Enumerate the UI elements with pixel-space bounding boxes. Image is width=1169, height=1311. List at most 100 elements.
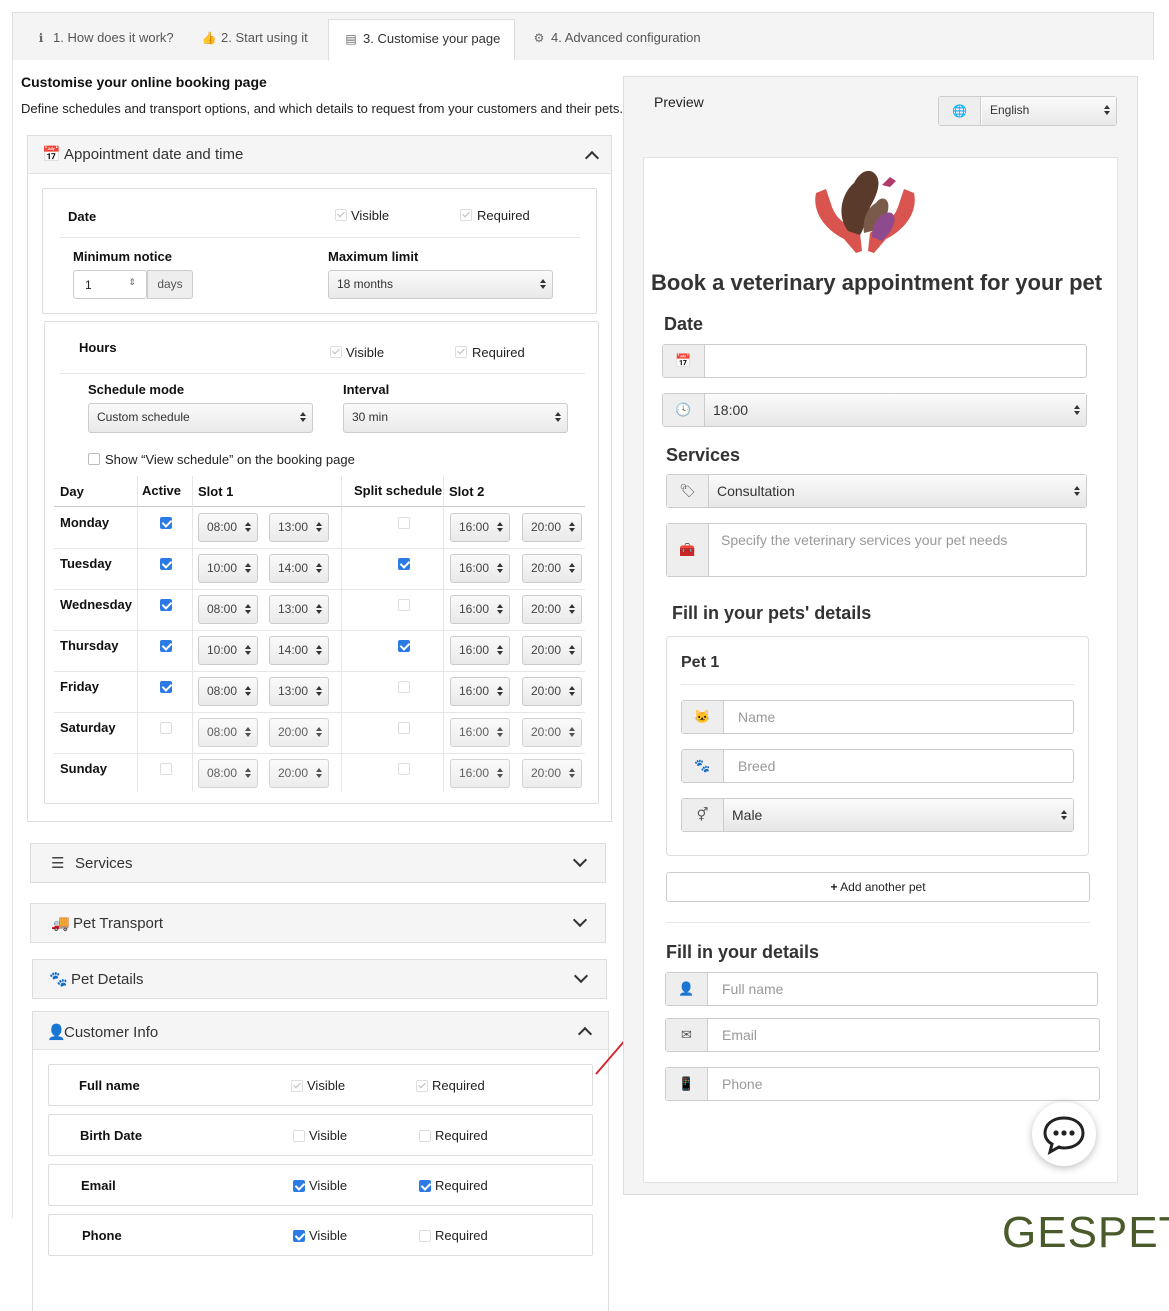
language-selector[interactable]: 🌐 English [938,96,1117,126]
schedule-mode-select[interactable]: Custom schedule [88,403,313,433]
visible-checkbox[interactable] [293,1130,305,1142]
active-checkbox[interactable] [160,763,172,775]
date-visible-checkbox[interactable] [335,209,347,221]
time-select[interactable]: 16:00 [450,718,510,747]
hours-required-checkbox[interactable] [455,346,467,358]
customer-info-panel-header[interactable]: 👤 Customer Info [33,1012,608,1050]
split-schedule-checkbox[interactable] [398,640,410,652]
tab-customise-page[interactable]: ▤ 3. Customise your page [328,19,516,61]
date-required-checkbox[interactable] [460,209,472,221]
active-checkbox[interactable] [160,681,172,693]
pet-transport-panel[interactable]: 🚚 Pet Transport [30,903,606,943]
time-select[interactable]: 13:00 [269,513,329,542]
time-value: 20:00 [531,643,562,657]
time-select[interactable]: 16:00 [450,636,510,665]
time-select[interactable]: 20:00 [522,595,582,624]
time-select[interactable]: 16:00 [450,759,510,788]
split-schedule-checkbox[interactable] [398,763,410,775]
time-value: 16:00 [459,520,490,534]
time-select[interactable]: 08:00 [198,718,258,747]
chevron-up-icon[interactable] [584,150,600,166]
visible-checkbox[interactable] [293,1180,305,1192]
pet-details-panel[interactable]: 🐾 Pet Details [32,959,607,999]
service-select[interactable]: 🏷 Consultation [666,474,1087,508]
services-textarea[interactable]: 🧰 Specify the veterinary services your p… [666,523,1087,577]
add-pet-button[interactable]: + Add another pet [666,872,1090,902]
email-input[interactable]: ✉ Email [665,1018,1100,1052]
time-select[interactable]: 08:00 [198,759,258,788]
active-checkbox[interactable] [160,722,172,734]
interval-select[interactable]: 30 min [343,403,568,433]
min-notice-input[interactable]: 1 ⇕ [73,270,147,299]
divider [60,373,585,374]
time-select[interactable]: 08:00 [198,677,258,706]
time-select[interactable]: 10:00 [198,636,258,665]
time-select[interactable]: 20:00 [522,554,582,583]
time-select[interactable]: 20:00 [522,759,582,788]
max-limit-select[interactable]: 18 months [328,270,553,299]
spinner-icon[interactable]: ⇕ [128,277,136,288]
active-checkbox[interactable] [160,599,172,611]
date-input[interactable]: 📅 [662,344,1087,378]
visible-checkbox[interactable] [293,1230,305,1242]
split-schedule-checkbox[interactable] [398,517,410,529]
time-select[interactable]: 10:00 [198,554,258,583]
select-arrows-icon [497,645,503,655]
fullname-placeholder: Full name [722,981,784,997]
pet-name-input[interactable]: 🐱 Name [681,700,1074,734]
active-checkbox[interactable] [160,640,172,652]
required-checkbox[interactable] [419,1230,431,1242]
active-checkbox[interactable] [160,517,172,529]
time-value: 20:00 [278,725,309,739]
select-arrows-icon [497,563,503,573]
required-checkbox[interactable] [419,1130,431,1142]
chat-button[interactable] [1032,1102,1096,1166]
time-select[interactable]: 16:00 [450,595,510,624]
time-select[interactable]: 08:00 [198,513,258,542]
hours-visible-checkbox[interactable] [330,346,342,358]
time-select[interactable]: 16:00 [450,513,510,542]
tab-start-using[interactable]: 👍 2. Start using it [187,19,322,61]
calendar-icon: 📅 [663,345,705,377]
split-schedule-checkbox[interactable] [398,722,410,734]
select-arrows-icon [569,686,575,696]
time-select[interactable]: 16:00 [450,554,510,583]
phone-input[interactable]: 📱 Phone [665,1067,1100,1101]
time-select[interactable]: 20:00 [269,718,329,747]
visible-checkbox[interactable] [291,1080,303,1092]
chevron-down-icon[interactable] [572,912,588,928]
required-checkbox[interactable] [416,1080,428,1092]
time-select[interactable]: 16:00 [450,677,510,706]
time-select[interactable]: 20:00 [522,677,582,706]
time-select[interactable]: 20:00 [269,759,329,788]
time-select[interactable]: 20:00 [522,718,582,747]
globe-icon: 🌐 [939,97,981,125]
time-select[interactable]: 14:00 [269,636,329,665]
select-arrows-icon [569,645,575,655]
visible-label: Visible [309,1228,348,1243]
split-schedule-checkbox[interactable] [398,599,410,611]
time-select[interactable]: 20:00 [522,513,582,542]
time-select[interactable]: 20:00 [522,636,582,665]
chevron-down-icon[interactable] [572,852,588,868]
active-checkbox[interactable] [160,558,172,570]
time-select[interactable]: 14:00 [269,554,329,583]
time-select[interactable]: 08:00 [198,595,258,624]
tab-how-it-works[interactable]: ℹ 1. How does it work? [19,19,188,61]
tab-advanced-config[interactable]: ⚙ 4. Advanced configuration [517,19,715,61]
fullname-input[interactable]: 👤 Full name [665,972,1098,1006]
appointment-panel-header[interactable]: 📅 Appointment date and time [28,136,611,174]
split-schedule-checkbox[interactable] [398,681,410,693]
pet-sex-select-arrow [1053,799,1073,831]
required-checkbox[interactable] [419,1180,431,1192]
chevron-down-icon[interactable] [573,968,589,984]
time-select[interactable]: 🕓 18:00 [662,393,1087,427]
time-select[interactable]: 13:00 [269,595,329,624]
language-select[interactable]: English [982,97,1116,125]
services-panel[interactable]: ☰ Services [30,843,606,883]
split-schedule-checkbox[interactable] [398,558,410,570]
pet-breed-input[interactable]: 🐾 Breed [681,749,1074,783]
show-schedule-checkbox[interactable] [88,453,100,465]
pet-sex-select[interactable]: ⚥ Male [681,798,1074,832]
time-select[interactable]: 13:00 [269,677,329,706]
